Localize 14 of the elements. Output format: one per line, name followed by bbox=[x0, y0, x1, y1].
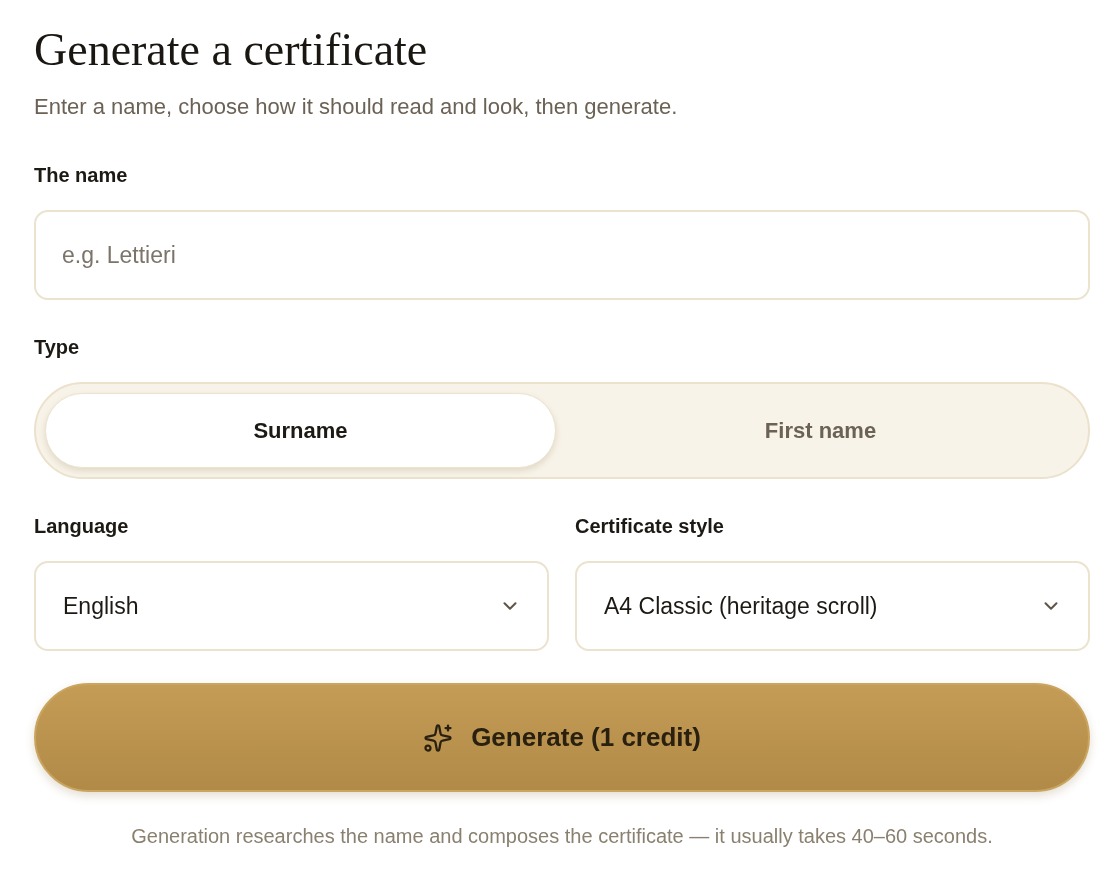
name-input-field[interactable]: e.g. Lettieri bbox=[34, 210, 1090, 300]
type-option[interactable]: First name bbox=[562, 393, 1079, 468]
field-label: Type bbox=[34, 335, 80, 360]
dropdown-select[interactable]: English bbox=[34, 561, 549, 651]
page-subtitle: Enter a name, choose how it should read and look, then generate. bbox=[34, 93, 678, 121]
page-title: Generate a certificate bbox=[34, 25, 428, 75]
field-label: Language bbox=[34, 514, 129, 539]
field-label: Certificate style bbox=[575, 514, 724, 539]
dropdown-select[interactable]: A4 Classic (heritage scroll) bbox=[575, 561, 1090, 651]
generate-button[interactable]: Generate (1 credit) bbox=[34, 683, 1090, 792]
sparkle-icon bbox=[423, 722, 454, 753]
generation-note: Generation researches the name and composes the certificate — it usually takes 40–60 seconds. bbox=[131, 824, 993, 849]
type-option[interactable]: Surname bbox=[45, 393, 556, 468]
field-label: The name bbox=[34, 163, 128, 188]
